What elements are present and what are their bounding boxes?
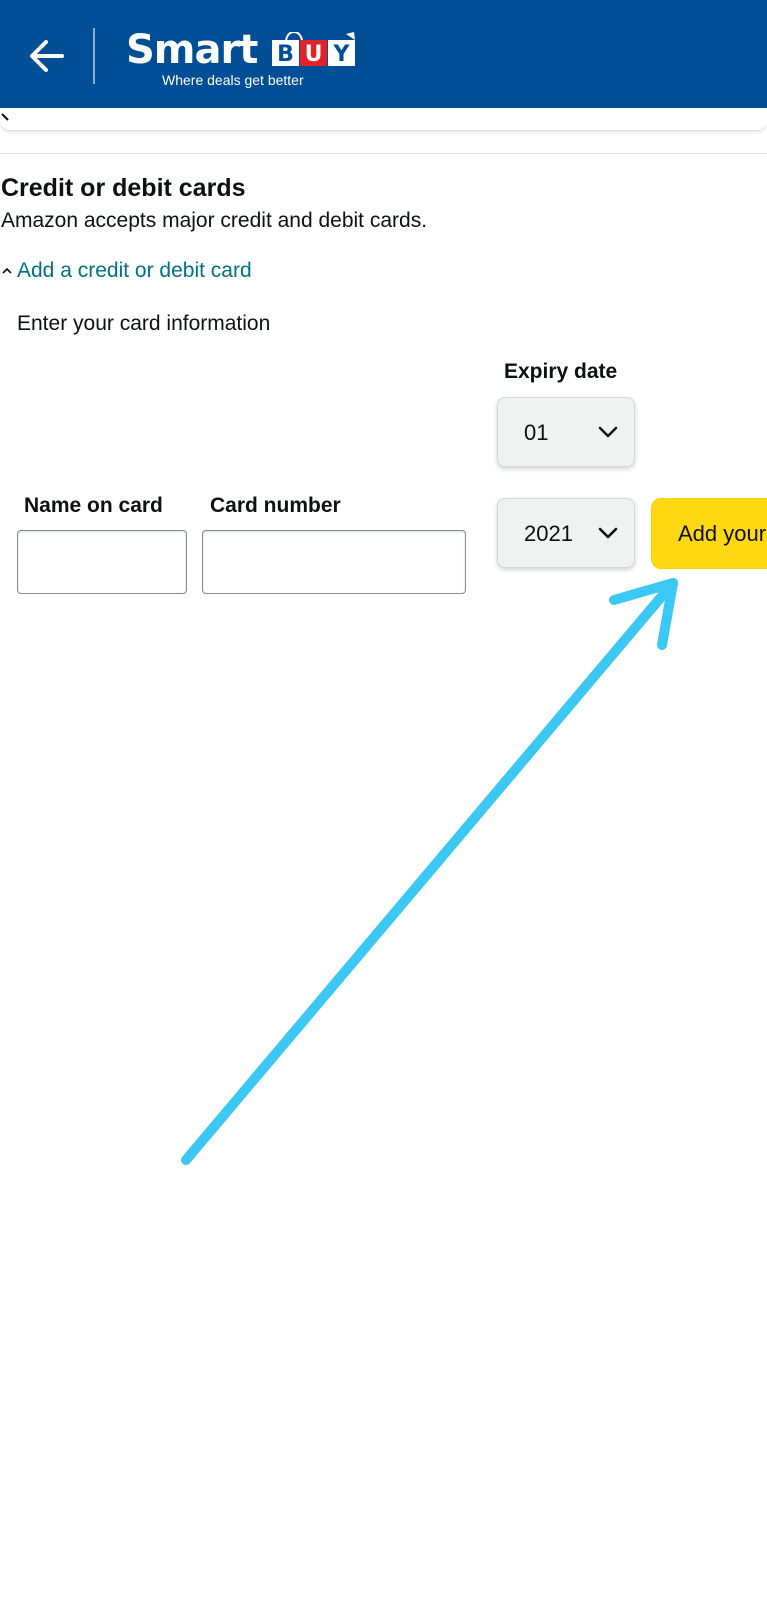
smartbuy-logo[interactable]: Smart B U Y Where deals get better — [126, 20, 366, 96]
header-divider — [93, 28, 95, 84]
chevron-left-icon — [1, 113, 9, 121]
logo-letter-u: U — [305, 42, 323, 67]
page: Smart B U Y Where deals get better Credi… — [0, 0, 767, 1600]
section-divider — [0, 153, 767, 154]
caret-up-icon — [2, 267, 12, 274]
name-on-card-label: Name on card — [24, 494, 163, 517]
logo-letter-y: Y — [333, 42, 351, 67]
app-header: Smart B U Y Where deals get better — [0, 0, 767, 114]
annotation-arrow-shaft — [181, 578, 678, 1165]
add-card-button-label: Add your card — [678, 521, 767, 546]
logo-wordmark: Smart — [126, 27, 258, 73]
expiry-month-value: 01 — [524, 420, 549, 445]
chevron-down-icon — [598, 426, 618, 438]
name-on-card-input[interactable] — [17, 530, 187, 594]
expiry-year-value: 2021 — [524, 521, 573, 546]
card-number-input[interactable] — [202, 530, 466, 594]
logo-buy-mark: B U Y — [272, 32, 355, 67]
section-title: Credit or debit cards — [1, 174, 246, 202]
section-subtitle: Amazon accepts major credit and debit ca… — [1, 209, 428, 232]
add-card-link-label[interactable]: Add a credit or debit card — [17, 259, 252, 283]
arrow-left-icon — [30, 40, 64, 72]
search-bar-edge — [0, 108, 767, 131]
annotation-arrow-icon — [181, 578, 678, 1165]
chevron-down-icon — [598, 527, 618, 539]
logo-letter-b: B — [277, 42, 294, 67]
card-info-instruction: Enter your card information — [17, 312, 271, 335]
add-card-link[interactable]: Add a credit or debit card — [0, 256, 252, 286]
annotation-arrow-head — [609, 578, 678, 650]
back-button[interactable] — [22, 34, 70, 78]
expiry-year-select[interactable]: 2021 — [497, 498, 635, 568]
card-number-label: Card number — [210, 494, 341, 517]
expiry-date-label: Expiry date — [504, 360, 618, 383]
logo-tagline: Where deals get better — [162, 72, 304, 88]
expiry-month-select[interactable]: 01 — [497, 397, 635, 467]
add-card-button[interactable]: Add your card — [651, 498, 767, 569]
